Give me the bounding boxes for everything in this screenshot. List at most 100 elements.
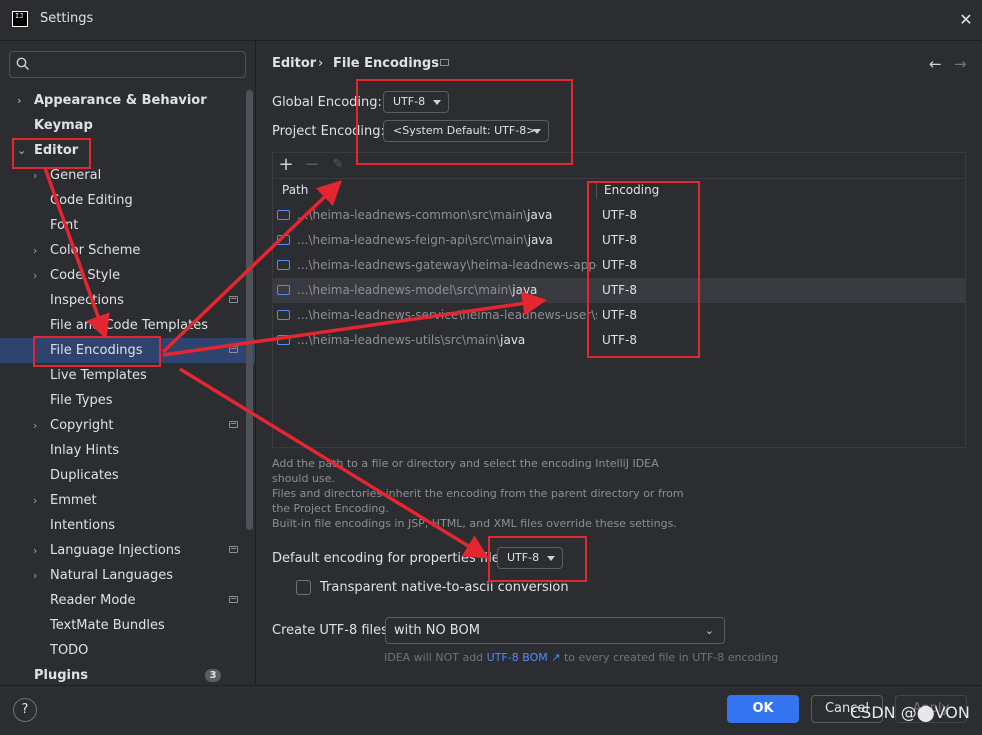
bom-select-value: with NO BOM xyxy=(394,623,480,638)
bom-select[interactable]: with NO BOM ⌄ xyxy=(385,617,725,644)
sidebar-item-label: Copyright xyxy=(50,418,114,433)
chevron-right-icon[interactable]: › xyxy=(33,413,45,438)
project-scope-icon xyxy=(229,346,238,353)
annotation-box-editor xyxy=(12,138,91,169)
sidebar-item-label: Emmet xyxy=(50,493,97,508)
sidebar-item[interactable]: › Emmet xyxy=(0,488,255,513)
help-text-3: Built-in file encodings in JSP, HTML, an… xyxy=(272,517,677,530)
sidebar-item-label: Keymap xyxy=(34,118,93,133)
sidebar-item[interactable]: Duplicates xyxy=(0,463,255,488)
sidebar-item-label: Duplicates xyxy=(50,468,119,483)
project-scope-icon xyxy=(229,596,238,603)
search-input[interactable] xyxy=(9,51,246,78)
sidebar-item[interactable]: Code Editing xyxy=(0,188,255,213)
chevron-right-icon[interactable]: › xyxy=(33,538,45,563)
add-icon[interactable]: + xyxy=(276,155,296,175)
sidebar-scrollbar[interactable] xyxy=(246,90,253,530)
chevron-right-icon[interactable]: › xyxy=(33,563,45,588)
sidebar-item[interactable]: › Natural Languages xyxy=(0,563,255,588)
window-title: Settings xyxy=(40,11,94,26)
folder-icon xyxy=(277,335,290,345)
sidebar-item-label: TODO xyxy=(50,643,89,658)
row-path: ...\heima-leadnews-common\src\main\java xyxy=(297,203,597,228)
sidebar-item-label: Appearance & Behavior xyxy=(34,93,207,108)
row-path-prefix: ...\heima-leadnews-utils\src\main\ xyxy=(297,333,501,347)
breadcrumb-parent[interactable]: Editor xyxy=(272,56,316,71)
sidebar-item[interactable]: Inlay Hints xyxy=(0,438,255,463)
sidebar-item-label: Code Editing xyxy=(50,193,133,208)
row-path-prefix: ...\heima-leadnews-feign-api\src\main\ xyxy=(297,233,528,247)
sidebar-item[interactable]: Reader Mode xyxy=(0,588,255,613)
sidebar-item[interactable]: File Types xyxy=(0,388,255,413)
row-path: ...\heima-leadnews-model\src\main\java xyxy=(297,278,597,303)
project-scope-icon xyxy=(229,296,238,303)
chevron-right-icon[interactable]: › xyxy=(17,88,29,113)
sidebar-item-label: Color Scheme xyxy=(50,243,141,258)
folder-icon xyxy=(277,235,290,245)
sidebar-item[interactable]: Intentions xyxy=(0,513,255,538)
chevron-right-icon[interactable]: › xyxy=(33,488,45,513)
sidebar-item-label: TextMate Bundles xyxy=(50,618,165,633)
sidebar-item-label: Language Injections xyxy=(50,543,181,558)
sidebar-item-label: Code Style xyxy=(50,268,121,283)
chevron-right-icon[interactable]: › xyxy=(33,238,45,263)
sidebar-item[interactable]: TODO xyxy=(0,638,255,663)
sidebar-item[interactable]: › Appearance & Behavior xyxy=(0,88,255,113)
bom-note-post: to every created file in UTF-8 encoding xyxy=(563,651,779,664)
edit-icon[interactable]: ✎ xyxy=(328,155,348,175)
sidebar-item-label: Inspections xyxy=(50,293,124,308)
project-scope-icon xyxy=(229,546,238,553)
remove-icon[interactable]: − xyxy=(302,155,322,175)
sidebar-item[interactable]: File and Code Templates xyxy=(0,313,255,338)
row-path-prefix: ...\heima-leadnews-service\heima-leadnew… xyxy=(297,308,597,322)
sidebar-item[interactable]: TextMate Bundles xyxy=(0,613,255,638)
row-path-leaf: java xyxy=(527,208,553,222)
folder-icon xyxy=(277,310,290,320)
sidebar-item[interactable]: › Copyright xyxy=(0,413,255,438)
intellij-icon: IJ xyxy=(12,11,28,27)
sidebar-item[interactable]: Keymap xyxy=(0,113,255,138)
folder-icon xyxy=(277,260,290,270)
annotation-box-file-encodings xyxy=(33,336,161,367)
utf8-bom-link[interactable]: UTF-8 BOM ↗ xyxy=(487,651,561,664)
column-header-path[interactable]: Path ^ xyxy=(282,178,327,203)
row-path-prefix: ...\heima-leadnews-common\src\main\ xyxy=(297,208,528,222)
chevron-right-icon[interactable]: › xyxy=(33,263,45,288)
help-button[interactable]: ? xyxy=(13,698,37,722)
annotation-box-encodings xyxy=(356,79,573,165)
folder-icon xyxy=(277,210,290,220)
sidebar-item-label: Intentions xyxy=(50,518,116,533)
row-path: ...\heima-leadnews-feign-api\src\main\ja… xyxy=(297,228,597,253)
sidebar-item-label: Font xyxy=(50,218,79,233)
help-text-1: Add the path to a file or directory and … xyxy=(272,457,659,485)
sidebar-item-label: Inlay Hints xyxy=(50,443,119,458)
row-path-prefix: ...\heima-leadnews-gateway\heima-leadnew… xyxy=(297,258,597,272)
csdn-watermark: CSDN @⬤VON xyxy=(850,703,970,722)
row-path: ...\heima-leadnews-utils\src\main\java xyxy=(297,328,597,353)
create-utf8-label: Create UTF-8 files: xyxy=(272,623,393,638)
bom-note: IDEA will NOT add UTF-8 BOM ↗ to every c… xyxy=(384,651,778,664)
ok-button[interactable]: OK xyxy=(727,695,799,723)
sidebar-item[interactable]: › Code Style xyxy=(0,263,255,288)
close-icon[interactable]: ✕ xyxy=(956,10,976,30)
sidebar-item[interactable]: › Color Scheme xyxy=(0,238,255,263)
breadcrumb-current: File Encodings xyxy=(333,56,439,71)
update-count-badge: 3 xyxy=(205,669,221,682)
back-arrow-icon[interactable]: ← xyxy=(929,55,942,73)
breadcrumb-separator: › xyxy=(318,56,324,71)
sidebar-item[interactable]: › Language Injections xyxy=(0,538,255,563)
sidebar-item[interactable]: Font xyxy=(0,213,255,238)
sidebar-item-label: File and Code Templates xyxy=(50,318,208,333)
transparent-conversion-label: Transparent native-to-ascii conversion xyxy=(320,580,569,595)
properties-encoding-label: Default encoding for properties files: xyxy=(272,551,511,566)
row-path: ...\heima-leadnews-service\heima-leadnew… xyxy=(297,303,597,328)
transparent-conversion-checkbox[interactable] xyxy=(296,580,311,595)
forward-arrow-icon[interactable]: → xyxy=(954,55,967,73)
help-text-2: Files and directories inherit the encodi… xyxy=(272,487,684,515)
sidebar-item[interactable]: Inspections xyxy=(0,288,255,313)
column-path-label: Path xyxy=(282,183,309,197)
sidebar-item-label: File Types xyxy=(50,393,113,408)
chevron-down-icon: ⌄ xyxy=(704,624,714,637)
sidebar-item-label: Reader Mode xyxy=(50,593,136,608)
row-path-leaf: java xyxy=(527,233,553,247)
